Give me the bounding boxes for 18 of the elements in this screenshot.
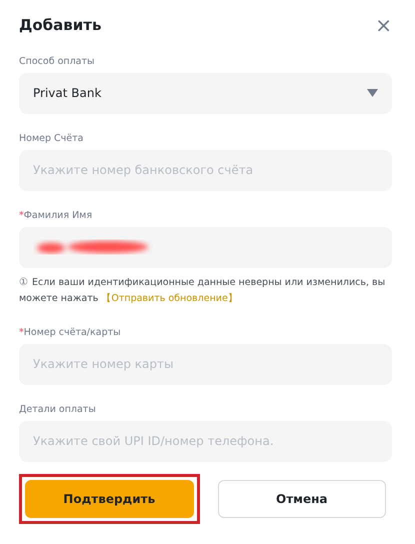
field-label: Номер Счёта [19,132,84,144]
field-label: Способ оплаты [19,56,95,68]
input-field[interactable]: Укажите номер банковского счёта [19,150,392,190]
field-label: Фамилия Имя [24,210,92,222]
required-mark: * [19,326,24,339]
caret-icon [367,89,378,97]
field-label: Детали оплаты [19,404,96,416]
info-note: ① Если ваши идентификационные данные неверны или изменились, вы можете нажать 【Отправить обновление】 [19,276,386,306]
dialog-title: Добавить [19,15,102,36]
input-field[interactable]: Укажите свой UPI ID/номер телефона. [19,420,392,462]
required-mark: * [19,210,24,222]
name-field[interactable] [19,226,392,268]
input-field[interactable]: Укажите номер карты [19,344,392,385]
cancel-button[interactable]: Отмена [218,480,386,518]
field-label: Номер счёта/карты [24,326,121,339]
close-button[interactable]: × [375,15,392,36]
payment-method-select[interactable]: Privat Bank [19,72,392,114]
confirm-button[interactable]: Подтвердить [25,480,194,518]
